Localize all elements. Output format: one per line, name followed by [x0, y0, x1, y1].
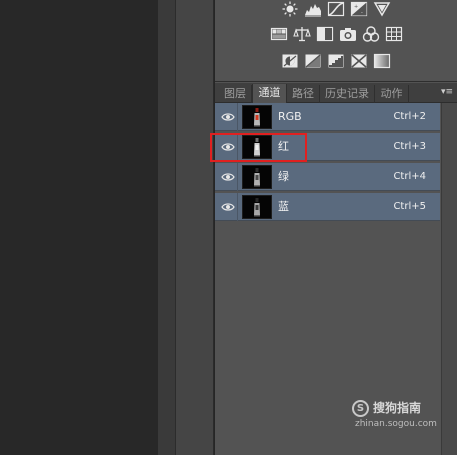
threshold-icon[interactable]: [327, 53, 345, 69]
tab-actions[interactable]: 动作: [375, 85, 409, 103]
eye-icon[interactable]: [221, 201, 235, 213]
exposure-icon[interactable]: + -: [350, 1, 368, 17]
channel-thumbnail: [242, 165, 272, 189]
selective-color-icon[interactable]: [350, 53, 368, 69]
posterize-icon[interactable]: [304, 53, 322, 69]
panel-menu-icon[interactable]: ▾≡: [440, 87, 454, 98]
channel-thumbnail: [242, 105, 272, 129]
photo-filter-icon[interactable]: [339, 26, 357, 42]
tab-history[interactable]: 历史记录: [320, 85, 375, 103]
invert-icon[interactable]: [281, 53, 299, 69]
adjustments-row-3: [215, 52, 457, 72]
visibility-divider: [237, 193, 238, 221]
adjustments-row-2: [215, 25, 457, 45]
levels-icon[interactable]: [304, 1, 322, 17]
eye-icon[interactable]: [221, 171, 235, 183]
visibility-divider: [237, 103, 238, 131]
curves-icon[interactable]: [327, 1, 345, 17]
channel-thumbnail: [242, 195, 272, 219]
color-lookup-icon[interactable]: [385, 26, 403, 42]
hue-saturation-icon[interactable]: [270, 26, 288, 42]
channel-shortcut: Ctrl+2: [393, 111, 426, 122]
svg-text:+: +: [354, 4, 358, 10]
red-channel-highlight-box: [210, 133, 307, 162]
tab-channels[interactable]: 通道: [252, 84, 287, 103]
collapsed-panel-dock: [176, 0, 214, 455]
panel-tab-bar: 图层 通道 路径 历史记录 动作 ▾≡: [215, 83, 457, 103]
channel-row-green[interactable]: 绿 Ctrl+4: [215, 163, 440, 191]
channel-row-blue[interactable]: 蓝 Ctrl+5: [215, 193, 440, 221]
sogou-logo: S: [352, 400, 369, 417]
vibrance-icon[interactable]: [373, 1, 391, 17]
eye-icon[interactable]: [221, 111, 235, 123]
tab-layers[interactable]: 图层: [219, 85, 252, 103]
channel-shortcut: Ctrl+5: [393, 201, 426, 212]
channel-shortcut: Ctrl+3: [393, 141, 426, 152]
channel-name: 蓝: [278, 200, 289, 213]
channel-shortcut: Ctrl+4: [393, 171, 426, 182]
black-white-icon[interactable]: [316, 26, 334, 42]
brightness-contrast-icon[interactable]: [281, 1, 299, 17]
adjustments-row-1: + -: [215, 0, 457, 20]
document-canvas-area: [0, 0, 158, 455]
channel-name: 绿: [278, 170, 289, 183]
channel-mixer-icon[interactable]: [362, 26, 380, 42]
watermark-url: zhinan.sogou.com: [355, 419, 437, 429]
adjustments-panel: + -: [215, 0, 457, 82]
channel-row-rgb[interactable]: RGB Ctrl+2: [215, 103, 440, 131]
visibility-divider: [237, 163, 238, 191]
channel-name: RGB: [278, 110, 302, 123]
watermark-name: 搜狗指南: [373, 401, 422, 415]
color-balance-icon[interactable]: [292, 26, 311, 42]
gradient-map-icon[interactable]: [373, 53, 391, 69]
svg-text:-: -: [361, 10, 363, 16]
tab-paths[interactable]: 路径: [287, 85, 320, 103]
canvas-scrollbar-gutter: [158, 0, 176, 455]
sogou-watermark: S 搜狗指南 zhinan.sogou.com: [352, 400, 452, 432]
panel-column: + - 图层 通道 路径 历史记录 动作 ▾≡ RGB Ctrl+2 红 Ctr…: [215, 0, 457, 455]
